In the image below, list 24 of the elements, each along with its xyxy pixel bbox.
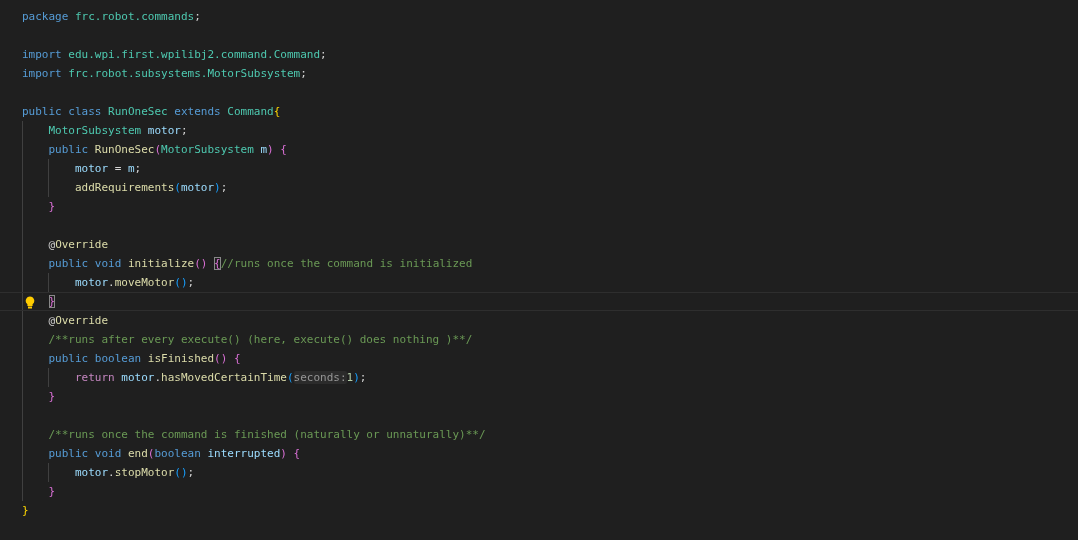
code-line: }: [47, 200, 56, 213]
code-line: }: [22, 504, 29, 517]
code-line: }: [47, 390, 56, 403]
code-line: public void initialize() {//runs once the command is initialized: [47, 257, 473, 270]
code-line: package frc.robot.commands;: [22, 10, 201, 23]
code-line: import edu.wpi.first.wpilibj2.command.Command;: [22, 48, 327, 61]
lightbulb-icon[interactable]: [25, 296, 35, 309]
code-line: /**runs once the command is finished (naturally or unnaturally)**/: [47, 428, 486, 441]
code-line: }: [47, 295, 56, 308]
code-line: /**runs after every execute() (here, execute() does nothing )**/: [47, 333, 473, 346]
code-line: return motor.hasMovedCertainTime(seconds:1);: [73, 371, 367, 384]
code-line: public void end(boolean interrupted) {: [47, 447, 301, 460]
code-line: motor = m;: [73, 162, 142, 175]
code-line: @Override: [47, 238, 109, 251]
code-line: addRequirements(motor);: [73, 181, 228, 194]
code-line: public class RunOneSec extends Command{: [22, 105, 281, 118]
code-line: public boolean isFinished() {: [47, 352, 241, 365]
code-line: import frc.robot.subsystems.MotorSubsystem;: [22, 67, 307, 80]
code-line: motor.stopMotor();: [73, 466, 195, 479]
code-line: @Override: [47, 314, 109, 327]
code-line: motor.moveMotor();: [73, 276, 195, 289]
code-line: public RunOneSec(MotorSubsystem m) {: [47, 143, 287, 156]
code-line: MotorSubsystem motor;: [47, 124, 188, 137]
code-line: }: [47, 485, 56, 498]
